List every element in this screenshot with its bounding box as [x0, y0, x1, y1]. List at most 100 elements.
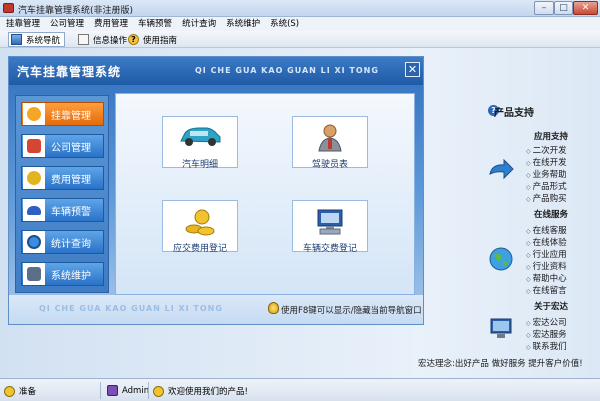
- help-icon: ?: [128, 34, 139, 45]
- window-title: 汽车挂靠管理系统(非注册版): [18, 6, 134, 16]
- section-about: 关于宏达: [534, 302, 569, 312]
- nav-panel-pinyin: QI CHE GUA KAO GUAN LI XI TONG: [195, 66, 379, 75]
- nav-item-vehicle-warning[interactable]: 车辆预警: [21, 198, 104, 222]
- computer-icon: [317, 209, 343, 235]
- navigation-panel: 汽车挂靠管理系统 QI CHE GUA KAO GUAN LI XI TONG …: [8, 56, 424, 325]
- link-industry-info[interactable]: 行业资料: [526, 260, 567, 272]
- toolbar-nav-label: 系统导航: [26, 35, 61, 46]
- link-contact[interactable]: 联系我们: [526, 340, 567, 352]
- status-bar: 准备 Admin 欢迎使用我们的产品!: [0, 378, 600, 401]
- nav-content-area: 汽车明细 驾驶员表 应交费用登记 车辆交费登记: [115, 93, 415, 295]
- tile-car-details[interactable]: 汽车明细: [162, 116, 238, 170]
- menu-item-statistics[interactable]: 统计查询: [182, 17, 216, 31]
- menu-item-maintenance[interactable]: 系统维护: [226, 17, 260, 31]
- toolbar-help-label: 使用指南: [143, 35, 178, 46]
- product-support-panel: ? 产品支持 应用支持 二次开发 在线开发 业务帮助 产品形式 产品购买 在线服…: [438, 96, 588, 376]
- nav-panel-footer: QI CHE GUA KAO GUAN LI XI TONG 使用F8键可以显示…: [9, 295, 423, 324]
- link-business-help[interactable]: 业务帮助: [526, 168, 567, 180]
- link-online-trial[interactable]: 在线体验: [526, 236, 567, 248]
- car-icon: [180, 127, 221, 146]
- coins-icon: [27, 171, 41, 185]
- person-icon: [27, 107, 41, 121]
- status-user: Admin: [107, 385, 149, 396]
- link-online-message[interactable]: 在线留言: [526, 284, 567, 296]
- status-divider: [100, 382, 101, 399]
- user-icon: [107, 385, 118, 396]
- link-online-support[interactable]: 在线客服: [526, 224, 567, 236]
- document-icon: [78, 34, 89, 45]
- driver-icon: [318, 124, 342, 152]
- link-service[interactable]: 宏达服务: [526, 328, 567, 340]
- nav-panel-body: 挂靠管理 公司管理 费用管理 车辆预警 统计查询 系统维护 汽车明细 驾驶员表 …: [9, 85, 423, 324]
- tile-vehicle-payment[interactable]: 车辆交费登记: [292, 200, 368, 254]
- tile-label: 车辆交费登记: [302, 244, 357, 254]
- nav-item-guakao[interactable]: 挂靠管理: [21, 102, 104, 126]
- nav-item-statistics[interactable]: 统计查询: [21, 230, 104, 254]
- link-product-form[interactable]: 产品形式: [526, 180, 567, 192]
- close-window-button[interactable]: ✕: [573, 1, 598, 15]
- link-help-center[interactable]: 帮助中心: [526, 272, 567, 284]
- status-user-text: Admin: [122, 385, 150, 396]
- nav-panel-header: 汽车挂靠管理系统 QI CHE GUA KAO GUAN LI XI TONG …: [9, 57, 423, 85]
- nav-item-fees[interactable]: 费用管理: [21, 166, 104, 190]
- arrow-icon: [489, 158, 514, 180]
- toolbar-help-button[interactable]: ? 使用指南: [128, 32, 177, 47]
- nav-item-label: 费用管理: [51, 174, 91, 186]
- nav-icon: [11, 34, 22, 45]
- status-icon: [4, 385, 15, 397]
- support-title: 产品支持: [494, 108, 534, 119]
- nav-panel-title: 汽车挂靠管理系统: [17, 65, 122, 79]
- tile-label: 汽车明细: [181, 160, 218, 170]
- status-welcome-text: 欢迎使用我们的产品!: [168, 387, 248, 397]
- menu-item-fees[interactable]: 费用管理: [94, 17, 128, 31]
- company-motto: 宏达理念:出好产品 做好服务 提升客户价值!: [418, 359, 583, 369]
- nav-left-menu: 挂靠管理 公司管理 费用管理 车辆预警 统计查询 系统维护: [15, 95, 109, 293]
- title-bar: 汽车挂靠管理系统(非注册版) – □ ✕: [0, 0, 600, 17]
- nav-item-maintenance[interactable]: 系统维护: [21, 262, 104, 286]
- tip-bulb-icon: [268, 302, 279, 314]
- smiley-icon: [153, 385, 164, 397]
- menu-item-company[interactable]: 公司管理: [50, 17, 84, 31]
- car-icon: [27, 205, 41, 215]
- status-state-text: 准备: [19, 387, 37, 397]
- magnifier-icon: [27, 235, 41, 249]
- monitor-icon: [27, 267, 41, 281]
- toolbar-info-button[interactable]: 信息操作: [78, 32, 127, 47]
- link-product-purchase[interactable]: 产品购买: [526, 192, 567, 204]
- nav-item-company[interactable]: 公司管理: [21, 134, 104, 158]
- monitor-icon: [490, 318, 512, 338]
- nav-item-label: 系统维护: [51, 270, 91, 282]
- money-icon: [185, 209, 215, 236]
- house-icon: [27, 139, 41, 153]
- nav-item-label: 挂靠管理: [51, 110, 91, 122]
- nav-close-button[interactable]: ✕: [405, 62, 420, 77]
- tile-driver-list[interactable]: 驾驶员表: [292, 116, 368, 170]
- globe-icon: [489, 247, 513, 271]
- menu-item-vehicle-warning[interactable]: 车辆预警: [138, 17, 172, 31]
- footer-watermark: QI CHE GUA KAO GUAN LI XI TONG: [39, 304, 223, 313]
- minimize-button[interactable]: –: [534, 1, 554, 15]
- link-company[interactable]: 宏达公司: [526, 316, 567, 328]
- footer-tip: 使用F8键可以显示/隐藏当前导航窗口: [281, 306, 422, 316]
- tile-label: 驾驶员表: [311, 160, 348, 170]
- link-secondary-dev[interactable]: 二次开发: [526, 144, 567, 156]
- section-app-support: 应用支持: [534, 132, 569, 142]
- link-industry-apps[interactable]: 行业应用: [526, 248, 567, 260]
- tile-fee-registration[interactable]: 应交费用登记: [162, 200, 238, 254]
- tile-label: 应交费用登记: [172, 244, 227, 254]
- status-divider: [148, 382, 149, 399]
- app-icon: [3, 3, 14, 13]
- status-welcome: 欢迎使用我们的产品!: [153, 385, 248, 397]
- toolbar-info-label: 信息操作: [93, 35, 128, 46]
- toolbar-nav-button[interactable]: 系统导航: [8, 32, 66, 47]
- section-online-service: 在线服务: [534, 210, 569, 220]
- status-state: 准备: [4, 385, 36, 397]
- toolbar: 系统导航 信息操作 ? 使用指南: [0, 31, 600, 48]
- maximize-button[interactable]: □: [554, 1, 573, 15]
- menu-bar: 挂靠管理 公司管理 费用管理 车辆预警 统计查询 系统维护 系统(S): [0, 17, 600, 31]
- nav-item-label: 统计查询: [51, 238, 91, 250]
- link-online-dev[interactable]: 在线开发: [526, 156, 567, 168]
- menu-item-guakao[interactable]: 挂靠管理: [6, 17, 40, 31]
- menu-item-system[interactable]: 系统(S): [270, 17, 299, 31]
- nav-item-label: 车辆预警: [51, 206, 91, 218]
